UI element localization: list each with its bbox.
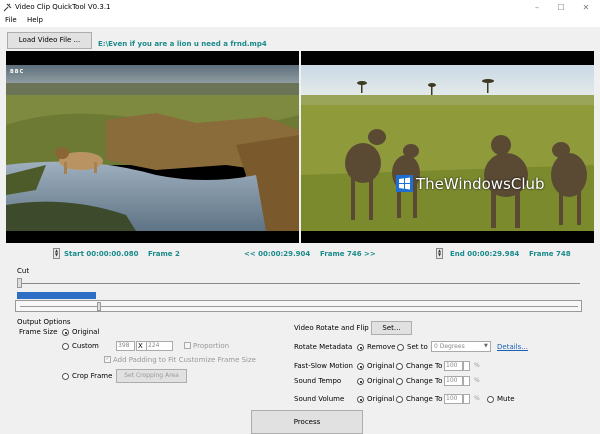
menu-bar: File Help: [0, 15, 600, 27]
fast-slow-input[interactable]: 100: [444, 361, 463, 371]
end-time: End 00:00:29.984: [450, 250, 520, 258]
savanna-river-image: [6, 65, 299, 231]
minimize-icon[interactable]: –: [525, 0, 549, 15]
sound-tempo-original-label: Original: [367, 377, 395, 385]
rotate-metadata-label: Rotate Metadata: [294, 343, 353, 351]
sound-volume-original-label: Original: [367, 395, 395, 403]
close-icon[interactable]: ✕: [574, 0, 598, 15]
frame-custom-radio[interactable]: [62, 343, 69, 350]
sound-volume-spinner[interactable]: [463, 394, 470, 404]
fast-slow-change-radio[interactable]: [396, 363, 403, 370]
window-title: Video Clip QuickTool V0.3.1: [15, 3, 111, 11]
mute-radio[interactable]: [487, 396, 494, 403]
sound-tempo-input[interactable]: 100: [444, 376, 463, 386]
sound-tempo-original-radio[interactable]: [357, 378, 364, 385]
set-rotate-button[interactable]: Set...: [371, 321, 412, 335]
title-bar: Video Clip QuickTool V0.3.1 – ☐ ✕: [0, 0, 600, 15]
end-frame-preview: TheWindowsClub: [301, 51, 594, 243]
remove-radio[interactable]: [357, 344, 364, 351]
current-frame: Frame 746 >>: [320, 250, 376, 258]
frame-original-label: Original: [72, 328, 100, 336]
fast-slow-label: Fast-Slow Motion: [294, 362, 353, 370]
sound-tempo-spinner[interactable]: [463, 376, 470, 386]
cut-label: Cut: [17, 267, 30, 275]
menu-file[interactable]: File: [5, 16, 17, 24]
sound-volume-percent: %: [474, 395, 480, 402]
fast-slow-original-radio[interactable]: [357, 363, 364, 370]
details-link[interactable]: Details...: [497, 343, 528, 351]
spin-down-icon[interactable]: ▼: [55, 252, 58, 257]
watermark-text: TheWindowsClub: [416, 175, 545, 193]
set-to-radio[interactable]: [397, 344, 404, 351]
frame-size-label: Frame Size: [19, 328, 58, 336]
progress-bar: [17, 292, 96, 299]
file-path: E:\Even if you are a lion u need a frnd.…: [98, 40, 267, 48]
proportion-checkbox[interactable]: [184, 342, 191, 349]
sound-volume-input[interactable]: 100: [444, 394, 463, 404]
sound-tempo-change-label: Change To: [406, 377, 443, 385]
process-button[interactable]: Process: [251, 410, 363, 434]
spin-down-icon[interactable]: ▼: [438, 252, 441, 257]
start-frame-preview: BBC: [6, 51, 299, 243]
frame-custom-label: Custom: [72, 342, 99, 350]
end-frame: Frame 748: [529, 250, 571, 258]
remove-label: Remove: [367, 343, 396, 351]
custom-width-input[interactable]: 398: [116, 341, 135, 351]
chevron-down-icon[interactable]: ▼: [484, 343, 488, 349]
range-slider-thumb[interactable]: [97, 302, 101, 311]
fast-slow-original-label: Original: [367, 362, 395, 370]
add-padding-checkbox[interactable]: ✓: [104, 356, 111, 363]
sound-volume-change-radio[interactable]: [396, 396, 403, 403]
current-time: << 00:00:29.904: [244, 250, 311, 258]
set-to-label: Set to: [407, 343, 428, 351]
sound-tempo-label: Sound Tempo: [294, 377, 342, 385]
sound-volume-label: Sound Volume: [294, 395, 345, 403]
cut-slider-thumb[interactable]: [17, 278, 22, 288]
range-slider-track: [20, 306, 578, 307]
menu-help[interactable]: Help: [27, 16, 43, 24]
app-icon: [3, 3, 12, 12]
crop-frame-label: Crop Frame: [72, 372, 113, 380]
windows-logo-icon: [396, 175, 413, 192]
add-padding-label: Add Padding to Fit Customize Frame Size: [113, 356, 256, 364]
hyenas-image: [301, 65, 594, 231]
cut-slider-track[interactable]: [17, 283, 580, 284]
sound-volume-original-radio[interactable]: [357, 396, 364, 403]
degrees-select[interactable]: 0 Degrees: [431, 341, 491, 352]
maximize-icon[interactable]: ☐: [549, 0, 573, 15]
custom-height-input[interactable]: 224: [146, 341, 173, 351]
sound-volume-change-label: Change To: [406, 395, 443, 403]
mute-label: Mute: [497, 395, 515, 403]
crop-frame-radio[interactable]: [62, 373, 69, 380]
set-cropping-area-button[interactable]: Set Cropping Area: [116, 369, 187, 383]
fast-slow-spinner[interactable]: [463, 361, 470, 371]
start-time: Start 00:00:00.080: [64, 250, 139, 258]
sound-tempo-change-radio[interactable]: [396, 378, 403, 385]
end-spinner[interactable]: ▲ ▼: [436, 248, 443, 259]
video-rotate-flip-label: Video Rotate and Flip: [294, 324, 369, 332]
x-label: X: [138, 342, 143, 350]
fast-slow-percent: %: [474, 362, 480, 369]
bbc-logo: BBC: [10, 69, 25, 75]
start-frame: Frame 2: [148, 250, 180, 258]
fast-slow-change-label: Change To: [406, 362, 443, 370]
proportion-label: Proportion: [193, 342, 230, 350]
frame-original-radio[interactable]: [62, 329, 69, 336]
output-options-label: Output Options: [17, 318, 71, 326]
start-spinner[interactable]: ▲ ▼: [53, 248, 60, 259]
sound-tempo-percent: %: [474, 377, 480, 384]
load-video-button[interactable]: Load Video File ...: [7, 32, 92, 49]
